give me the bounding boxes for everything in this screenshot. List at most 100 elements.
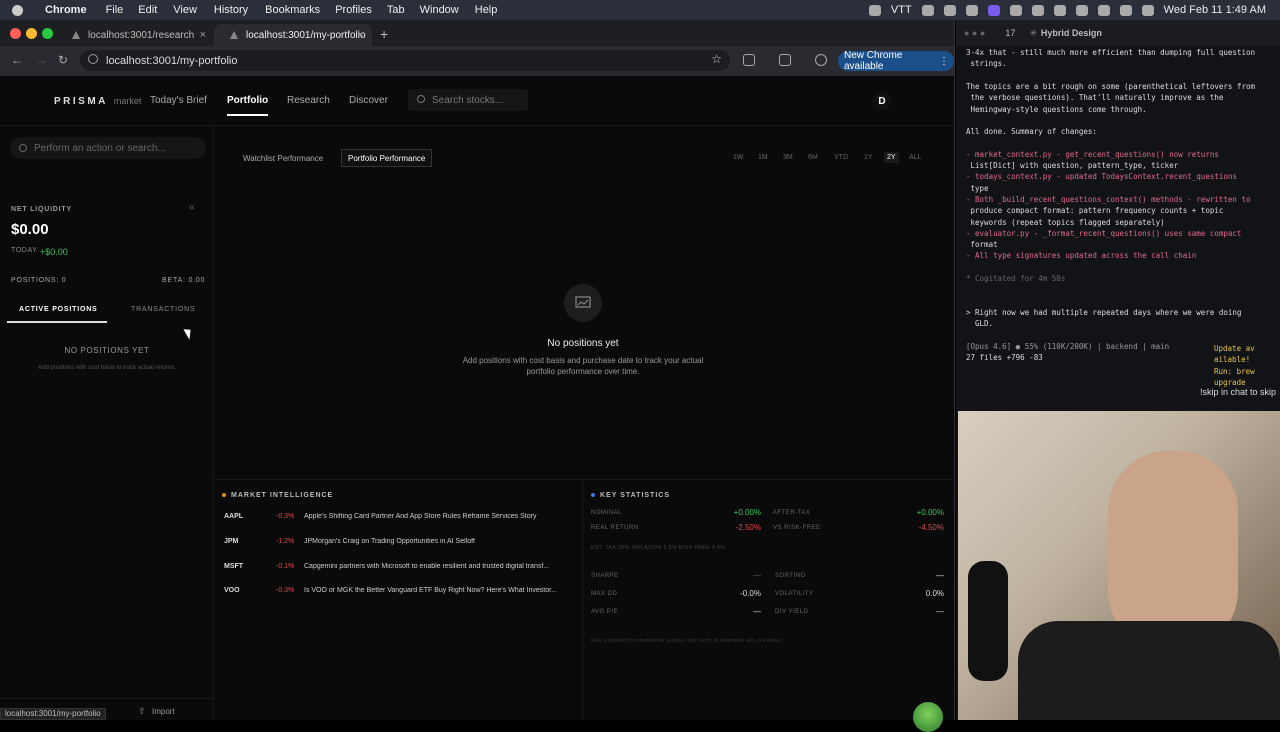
menu-bookmarks[interactable]: Bookmarks [265, 4, 320, 16]
new-tab-icon[interactable]: + [380, 26, 388, 42]
favicon-icon [72, 31, 80, 39]
orange-dot-icon [222, 493, 226, 498]
extensions-icon[interactable] [743, 54, 755, 66]
url-field[interactable]: localhost:3001/my-portfolio ☆ [80, 50, 730, 71]
nav-portfolio[interactable]: Portfolio [227, 95, 269, 116]
news-ticker: MSFT [224, 562, 244, 570]
key-statistics-title: KEY STATISTICS [591, 492, 670, 499]
clock[interactable]: Wed Feb 11 1:49 AM [1164, 4, 1266, 16]
menu-app-name[interactable]: Chrome [45, 4, 87, 16]
menu-file[interactable]: File [106, 4, 124, 16]
range-2y[interactable]: 2Y [884, 152, 899, 163]
no-positions-subtitle: Add positions with cost basis to track a… [38, 365, 176, 371]
key-statistics-panel: KEY STATISTICS NOMINAL +0.00% AFTER-TAX … [583, 479, 955, 732]
browser-window: localhost:3001/research × localhost:3001… [0, 20, 955, 732]
play-icon[interactable] [1053, 4, 1066, 16]
window-controls-icon[interactable]: ● ● ● [964, 28, 985, 38]
app-header: PRISMA market Today's Brief Portfolio Res… [0, 76, 955, 126]
news-row[interactable]: AAPL -0.3% Apple's Shifting Card Partner A… [224, 509, 574, 523]
vtt-label[interactable]: VTT [891, 4, 912, 16]
max-dd-label: MAX DD [591, 591, 618, 597]
range-1m[interactable]: 1M [758, 154, 768, 161]
tab-portfolio-performance[interactable]: Portfolio Performance [341, 149, 433, 167]
status-icon[interactable] [1031, 4, 1044, 16]
range-1y[interactable]: 1Y [864, 154, 873, 161]
collapse-icon[interactable]: « [189, 202, 195, 213]
range-ytd[interactable]: YTD [834, 154, 848, 161]
news-row[interactable]: MSFT -0.1% Capgemini partners with Microso… [224, 559, 574, 573]
range-6m[interactable]: 6M [808, 154, 818, 161]
terminal-line: * Cogitated for 4m 50s [966, 274, 1066, 283]
bookmark-star-icon[interactable]: ☆ [711, 52, 722, 66]
news-row[interactable]: VOO -0.3% Is VOO or MGK the Better Vanguar… [224, 583, 574, 597]
range-all[interactable]: ALL [909, 154, 921, 161]
menu-profiles[interactable]: Profiles [335, 4, 372, 16]
status-icon[interactable] [987, 4, 1000, 16]
site-info-icon[interactable] [88, 54, 98, 64]
microphone [968, 561, 1008, 681]
apple-icon[interactable] [12, 4, 23, 16]
close-window-button[interactable] [10, 28, 21, 39]
menu-bar: Chrome File Edit View History Bookmarks … [0, 0, 1280, 20]
menu-tab[interactable]: Tab [387, 4, 405, 16]
reload-icon[interactable]: ↻ [58, 53, 68, 67]
wifi-icon[interactable] [1097, 4, 1110, 16]
status-icon[interactable] [943, 4, 956, 16]
battery-icon[interactable] [1075, 4, 1088, 16]
search-icon[interactable] [1119, 4, 1132, 16]
import-button[interactable]: Import [152, 707, 175, 716]
forward-icon[interactable]: → [35, 53, 47, 67]
browser-tab-portfolio[interactable]: localhost:3001/my-portfolio × [214, 24, 372, 46]
menu-window[interactable]: Window [420, 4, 459, 16]
tab-strip: localhost:3001/research × localhost:3001… [0, 20, 954, 46]
market-intelligence-title: MARKET INTELLIGENCE [222, 492, 333, 499]
control-center-icon[interactable] [1141, 4, 1154, 16]
status-icon[interactable] [868, 4, 881, 16]
close-tab-icon[interactable]: × [200, 29, 206, 41]
sortino-label: SORTINO [775, 573, 806, 579]
after-tax-value: +0.00% [916, 508, 944, 517]
tab-active-positions[interactable]: ACTIVE POSITIONS [19, 306, 98, 313]
nominal-value: +0.00% [733, 508, 761, 517]
tab-watchlist-performance[interactable]: Watchlist Performance [237, 149, 329, 167]
tab-transactions[interactable]: TRANSACTIONS [131, 306, 195, 313]
range-3m[interactable]: 3M [783, 154, 793, 161]
avatar[interactable]: D [873, 92, 891, 110]
sortino-value: — [936, 571, 944, 580]
status-icon[interactable] [1009, 4, 1022, 16]
news-row[interactable]: JPM -1.2% JPMorgan's Craig on Trading Oppo… [224, 534, 574, 548]
net-liquidity-label: NET LIQUIDITY [11, 206, 72, 213]
action-search-placeholder: Perform an action or search... [34, 142, 166, 154]
menu-view[interactable]: View [173, 4, 197, 16]
terminal-tab-number[interactable]: 17 [1005, 28, 1015, 38]
new-chrome-available-button[interactable]: New Chrome available ⋮ [838, 50, 954, 72]
nav-todays-brief[interactable]: Today's Brief [150, 95, 207, 106]
minimize-window-button[interactable] [26, 28, 37, 39]
nav-research[interactable]: Research [287, 95, 330, 106]
close-tab-icon[interactable]: × [358, 29, 364, 41]
stock-search-input[interactable]: Search stocks... [408, 89, 528, 111]
assistant-orb-icon[interactable] [913, 702, 943, 732]
back-icon[interactable]: ← [11, 53, 23, 67]
menu-edit[interactable]: Edit [138, 4, 157, 16]
terminal-line: 3-4x that - still much more efficient th… [966, 48, 1255, 57]
cast-icon[interactable] [779, 54, 791, 66]
more-icon[interactable]: ⋮ [939, 56, 949, 67]
zoom-window-button[interactable] [42, 28, 53, 39]
menu-help[interactable]: Help [475, 4, 498, 16]
browser-tab-research[interactable]: localhost:3001/research × [56, 24, 214, 46]
profile-icon[interactable] [815, 54, 827, 66]
range-1w[interactable]: 1W [733, 154, 744, 161]
nav-discover[interactable]: Discover [349, 95, 388, 106]
logo[interactable]: PRISMA market [54, 96, 141, 107]
status-icon[interactable] [921, 4, 934, 16]
status-icon[interactable] [965, 4, 978, 16]
terminal-line: 27 files +796 -83 [966, 353, 1043, 363]
action-search-input[interactable]: Perform an action or search... [10, 137, 206, 159]
net-liquidity-value: $0.00 [11, 221, 49, 238]
news-headline: Apple's Shifting Card Partner And App St… [304, 512, 537, 520]
terminal-line: format [966, 240, 998, 250]
terminal-line: - Both _build_recent_questions_context()… [966, 194, 1251, 204]
news-ticker: VOO [224, 586, 240, 594]
menu-history[interactable]: History [214, 4, 248, 16]
